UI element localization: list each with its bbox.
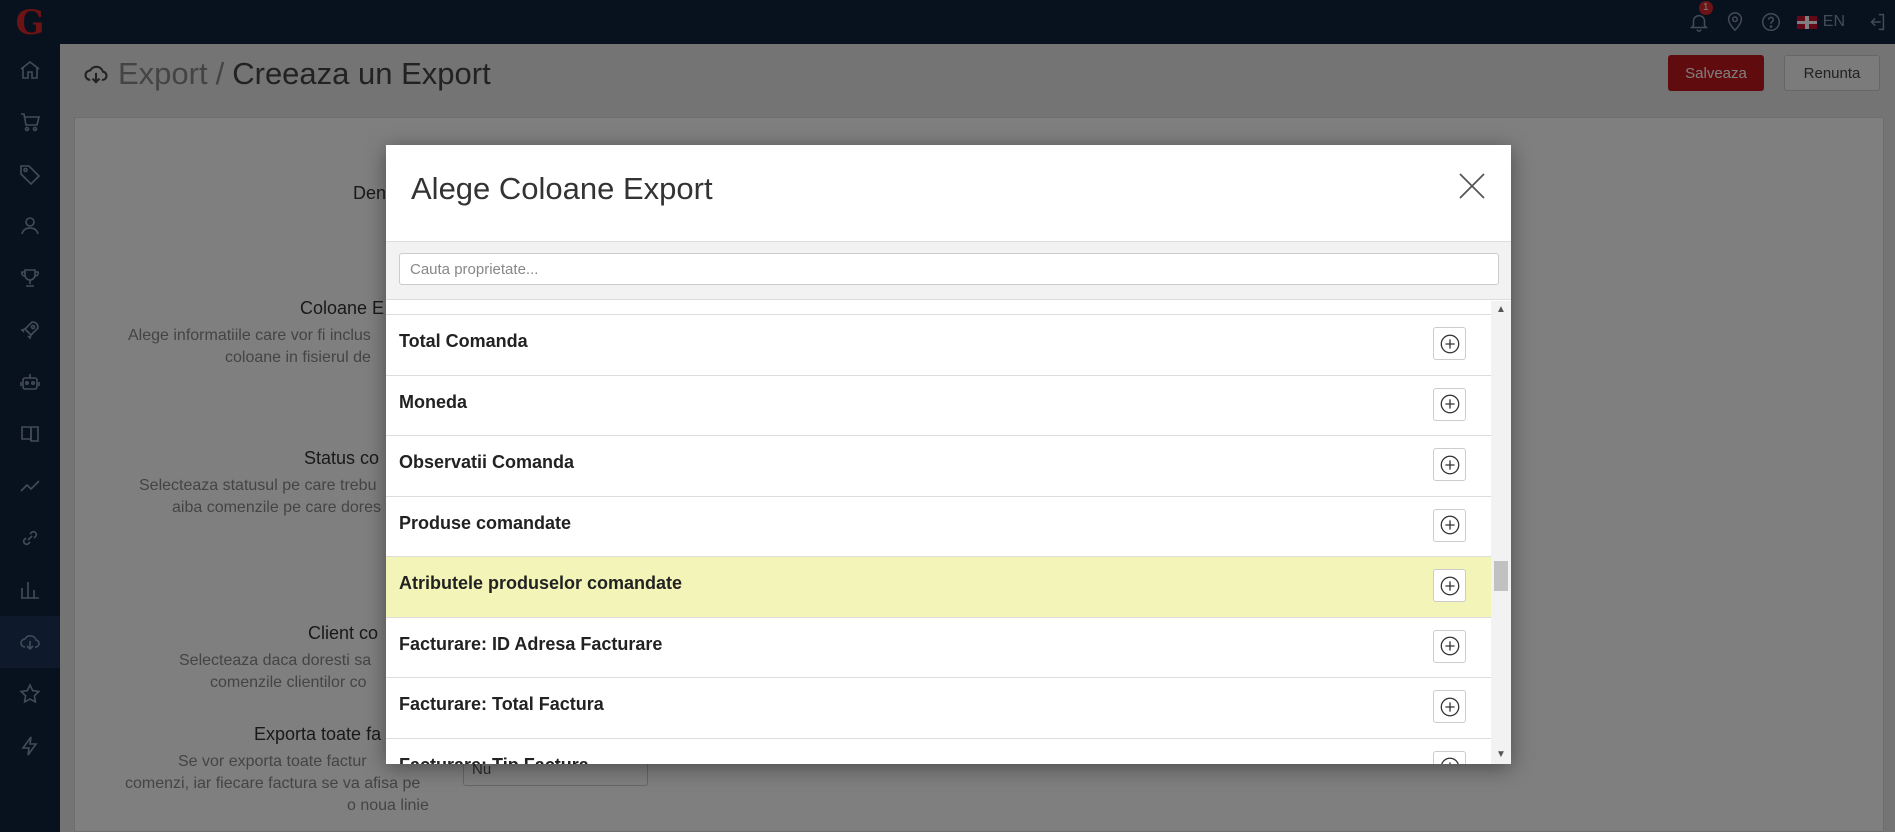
scroll-up-arrow-icon[interactable]: ▲: [1491, 303, 1511, 317]
plus-circle-icon: [1440, 636, 1459, 656]
list-item-label: Facturare: Tip Factura: [399, 755, 589, 765]
list-item-label: Observatii Comanda: [399, 452, 575, 472]
plus-circle-icon: [1440, 455, 1459, 474]
columns-list: Total Comanda Moneda Observatii Comanda …: [386, 301, 1491, 764]
plus-circle-icon: [1440, 515, 1459, 535]
list-item[interactable]: Moneda: [386, 376, 1491, 436]
modal-header: Alege Coloane Export: [386, 145, 1511, 242]
list-item[interactable]: Total Comanda: [386, 315, 1491, 376]
list-item-label: Atributele produselor comandate: [399, 573, 683, 593]
plus-circle-icon: [1440, 394, 1459, 414]
list-item-label: Facturare: Total Factura: [399, 694, 604, 714]
add-column-button[interactable]: [1433, 690, 1466, 723]
property-search-input[interactable]: [399, 253, 1499, 285]
list-item[interactable]: Facturare: Tip Factura: [386, 739, 1491, 765]
list-item[interactable]: Observatii Comanda: [386, 436, 1491, 497]
list-item: [386, 301, 1491, 315]
list-item[interactable]: Facturare: ID Adresa Facturare: [386, 618, 1491, 678]
list-item-label: Facturare: ID Adresa Facturare: [399, 633, 663, 654]
plus-circle-icon: [1440, 757, 1459, 764]
add-column-button[interactable]: [1433, 387, 1466, 421]
list-scrollbar[interactable]: ▲ ▼: [1491, 301, 1511, 764]
plus-circle-icon: [1440, 697, 1459, 716]
add-column-button[interactable]: [1433, 569, 1466, 602]
add-column-button[interactable]: [1433, 448, 1466, 481]
list-item[interactable]: Facturare: Total Factura: [386, 678, 1491, 739]
search-bar: [386, 242, 1511, 300]
choose-columns-modal: Alege Coloane Export Total Comanda Moned…: [386, 145, 1511, 764]
add-column-button[interactable]: [1433, 508, 1466, 542]
list-item-highlighted[interactable]: Atributele produselor comandate: [386, 557, 1491, 618]
add-column-button[interactable]: [1433, 327, 1466, 360]
close-icon[interactable]: [1457, 171, 1487, 201]
scrollbar-thumb[interactable]: [1494, 561, 1508, 591]
list-item-label: Moneda: [399, 391, 468, 412]
list-item-label: Produse comandate: [399, 512, 572, 533]
plus-circle-icon: [1440, 576, 1459, 595]
list-item[interactable]: Produse comandate: [386, 497, 1491, 557]
plus-circle-icon: [1440, 334, 1459, 353]
add-column-button[interactable]: [1433, 629, 1466, 663]
list-item-label: Total Comanda: [399, 331, 528, 351]
add-column-button[interactable]: [1433, 750, 1466, 764]
modal-title: Alege Coloane Export: [411, 171, 713, 206]
scroll-down-arrow-icon[interactable]: ▼: [1491, 748, 1511, 762]
